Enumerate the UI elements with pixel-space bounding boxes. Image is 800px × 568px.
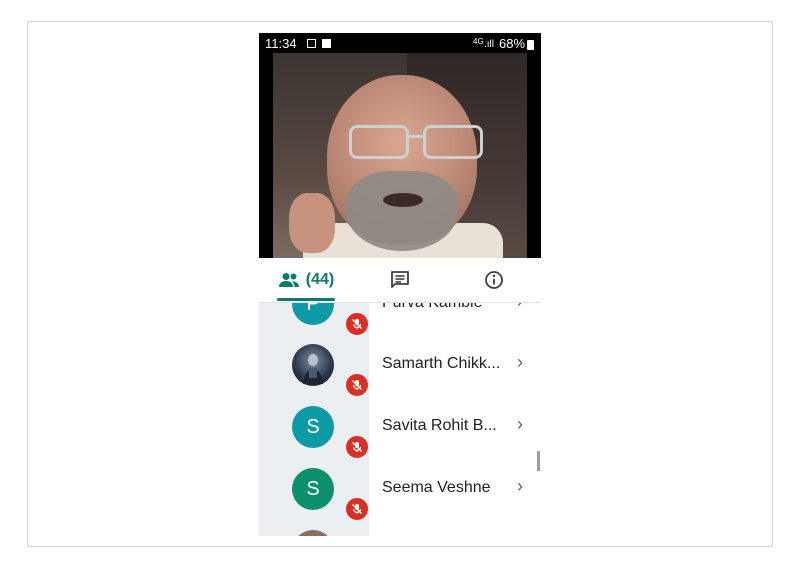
participant-avatar: [292, 530, 334, 536]
glasses-bridge: [407, 135, 425, 138]
speaker-hand: [289, 193, 335, 253]
participant-row[interactable]: Samarth Chikk... ›: [259, 334, 541, 398]
image-notification-icon: [307, 39, 316, 48]
participant-row[interactable]: P Purva Kamble ›: [259, 303, 541, 337]
chevron-right-icon[interactable]: ›: [517, 303, 523, 312]
avatar-photo: [303, 354, 323, 384]
participant-name: Samarth Chikk...: [382, 355, 501, 372]
network-type: 4G: [473, 37, 484, 46]
glasses-left-lens: [349, 125, 409, 159]
participant-row[interactable]: [259, 520, 541, 536]
participant-row[interactable]: S Savita Rohit B... ›: [259, 396, 541, 460]
chevron-right-icon[interactable]: ›: [517, 414, 523, 435]
check-notification-icon: [322, 39, 331, 48]
participant-avatar: S: [292, 468, 334, 510]
participant-row[interactable]: S Seema Veshne ›: [259, 458, 541, 522]
participant-avatar: [292, 344, 334, 386]
status-bar: 11:34 4G .ıll 68%: [259, 33, 541, 55]
phone-screen: 11:34 4G .ıll 68% (44) P Samarth Chikk..…: [259, 33, 541, 536]
mic-off-icon: [344, 372, 370, 398]
people-count: (44): [305, 271, 335, 288]
video-scene: [273, 53, 527, 258]
speaker-beard: [346, 171, 458, 251]
info-icon: [485, 271, 503, 289]
mic-off-icon: [344, 434, 370, 460]
speaker-mouth: [383, 193, 423, 207]
people-icon: [278, 273, 299, 287]
chat-icon: [391, 271, 409, 288]
participant-list[interactable]: P Purva Kamble › Samarth Chikk... ›: [259, 303, 541, 536]
participant-name: Purva Kamble: [382, 303, 483, 312]
chevron-right-icon[interactable]: ›: [517, 352, 523, 373]
participant-name: Seema Veshne: [382, 479, 491, 496]
mic-off-icon: [344, 496, 370, 522]
call-tabs: (44): [259, 258, 541, 303]
battery-percent: 68%: [499, 36, 526, 51]
tab-people[interactable]: (44): [259, 258, 353, 302]
chevron-right-icon[interactable]: ›: [517, 476, 523, 497]
signal-icon: .ıll: [484, 39, 494, 50]
glasses-right-lens: [423, 125, 483, 159]
participant-avatar: P: [292, 303, 334, 325]
participant-avatar: S: [292, 406, 334, 448]
participant-name: Savita Rohit B...: [382, 417, 497, 434]
battery-icon: [527, 40, 534, 50]
active-tab-indicator: [277, 298, 335, 301]
video-feed[interactable]: 11:34 4G .ıll 68%: [259, 33, 541, 258]
status-time: 11:34: [265, 36, 297, 51]
tab-info[interactable]: [447, 258, 541, 302]
list-scrollbar[interactable]: [537, 451, 540, 471]
tab-chat[interactable]: [353, 258, 447, 302]
